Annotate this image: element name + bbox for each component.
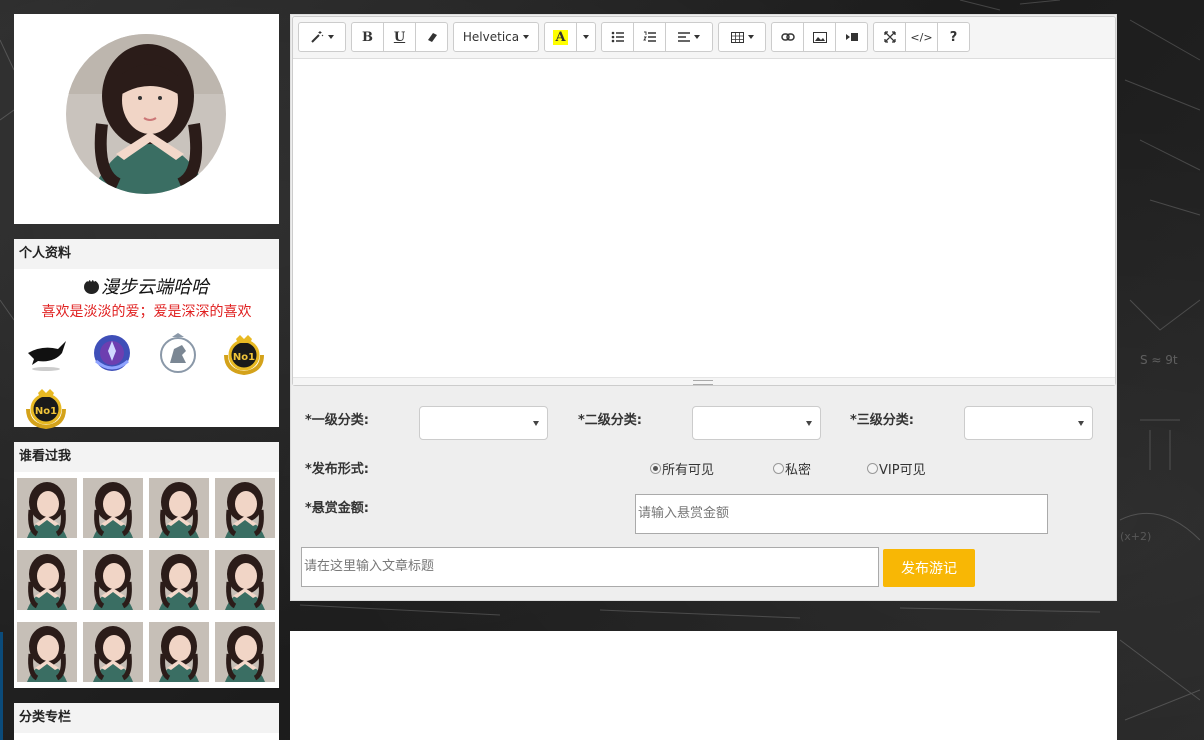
editor-toolbar: B U Helvetica A </> ? [293,17,1115,59]
reward-amount-label: *悬赏金额: [305,501,369,516]
content-panel [290,631,1117,740]
category2-label: *二级分类: [578,413,642,428]
svg-text:No1: No1 [233,352,255,363]
visitors-heading: 谁看过我 [14,442,279,472]
post-form: B U Helvetica A </> ? *一级分类: *二级分类: *三级分… [290,14,1117,601]
visitors-panel: 谁看过我 [14,442,279,688]
radio-label: 私密 [785,463,812,478]
link-icon [780,33,795,41]
knight-emblem-badge-icon[interactable] [156,331,200,375]
radio-dot [650,463,661,474]
article-title-input[interactable]: 请在这里输入文章标题 [301,547,879,587]
no1-crown-badge-icon[interactable]: No1 [222,331,266,375]
visitor-avatar[interactable] [17,478,77,538]
radio-label: VIP可见 [879,463,926,478]
avatar[interactable] [66,34,226,194]
profile-name: 漫步云端哈哈 [14,273,279,299]
visitor-avatar[interactable] [215,622,275,682]
visibility-option-vip[interactable]: VIP可见 [867,459,926,478]
eraser-button[interactable] [415,22,448,52]
visibility-option-private[interactable]: 私密 [773,459,811,478]
left-edge-strip [0,632,3,740]
blue-crest-badge-icon[interactable] [90,331,134,375]
magic-wand-style-button[interactable] [298,22,346,52]
video-icon [845,33,858,41]
editor-content-area[interactable] [293,59,1115,377]
radio-dot [773,463,784,474]
visitor-avatar[interactable] [149,550,209,610]
no1-crown-badge-icon[interactable]: No1 [24,385,68,429]
badge-list: No1 No1 [14,331,279,429]
profile-panel: 个人资料 漫步云端哈哈 喜欢是淡淡的爱；爱是深深的喜欢 No1 [14,239,279,429]
visitor-grid [14,472,279,688]
visitor-avatar[interactable] [215,550,275,610]
paragraph-align-dropdown[interactable] [665,22,713,52]
visitor-avatar[interactable] [83,622,143,682]
highlight-color-button[interactable]: A [544,22,577,52]
highlight-letter: A [553,29,568,45]
numbered-list-icon [642,31,656,42]
category-panel: 分类专栏 [14,703,279,740]
visitor-avatar[interactable] [215,478,275,538]
expand-icon [883,31,896,43]
underline-button[interactable]: U [383,22,416,52]
visitor-avatar[interactable] [83,478,143,538]
visitor-avatar[interactable] [17,622,77,682]
fullscreen-button[interactable] [873,22,906,52]
insert-link-button[interactable] [771,22,804,52]
profile-heading: 个人资料 [14,239,279,269]
category2-select[interactable] [692,406,821,440]
eraser-icon [427,33,437,42]
rich-text-editor: B U Helvetica A </> ? [292,16,1116,386]
bullet-list-button[interactable] [601,22,634,52]
reward-amount-input[interactable]: 请输入悬赏金额 [635,494,1048,534]
chat-bubble-icon [84,277,99,294]
font-family-dropdown[interactable]: Helvetica [453,22,539,52]
visibility-option-public[interactable]: 所有可见 [650,459,714,478]
profile-name-text: 漫步云端哈哈 [101,277,209,298]
table-icon [730,31,744,43]
radio-label: 所有可见 [662,463,715,478]
bullet-list-icon [611,31,624,43]
visitor-avatar[interactable] [17,550,77,610]
publish-button[interactable]: 发布游记 [883,549,975,587]
code-view-button[interactable]: </> [905,22,938,52]
publish-type-label: *发布形式: [305,462,369,477]
category1-select[interactable] [419,406,548,440]
color-dropdown-toggle[interactable] [576,22,596,52]
bold-button[interactable]: B [351,22,384,52]
font-family-value: Helvetica [462,30,520,44]
visitor-avatar[interactable] [149,478,209,538]
svg-text:S ≈ 9t: S ≈ 9t [1140,353,1178,367]
insert-video-button[interactable] [835,22,868,52]
svg-text:(x+2): (x+2) [1120,530,1151,543]
category3-label: *三级分类: [850,413,914,428]
dolphin-badge-icon[interactable] [24,331,68,375]
avatar-panel [14,14,279,224]
editor-resize-handle[interactable] [293,377,1115,385]
category-heading: 分类专栏 [14,703,279,733]
profile-motto: 喜欢是淡淡的爱；爱是深深的喜欢 [41,304,252,320]
magic-wand-icon [311,31,324,43]
visitor-avatar[interactable] [83,550,143,610]
image-icon [812,31,827,43]
help-button[interactable]: ? [937,22,970,52]
table-insert-dropdown[interactable] [718,22,766,52]
numbered-list-button[interactable] [633,22,666,52]
visitor-avatar[interactable] [149,622,209,682]
svg-text:No1: No1 [35,406,57,417]
category1-label: *一级分类: [305,413,369,428]
radio-dot [867,463,878,474]
align-left-icon [678,32,690,42]
category3-select[interactable] [964,406,1093,440]
insert-image-button[interactable] [803,22,836,52]
